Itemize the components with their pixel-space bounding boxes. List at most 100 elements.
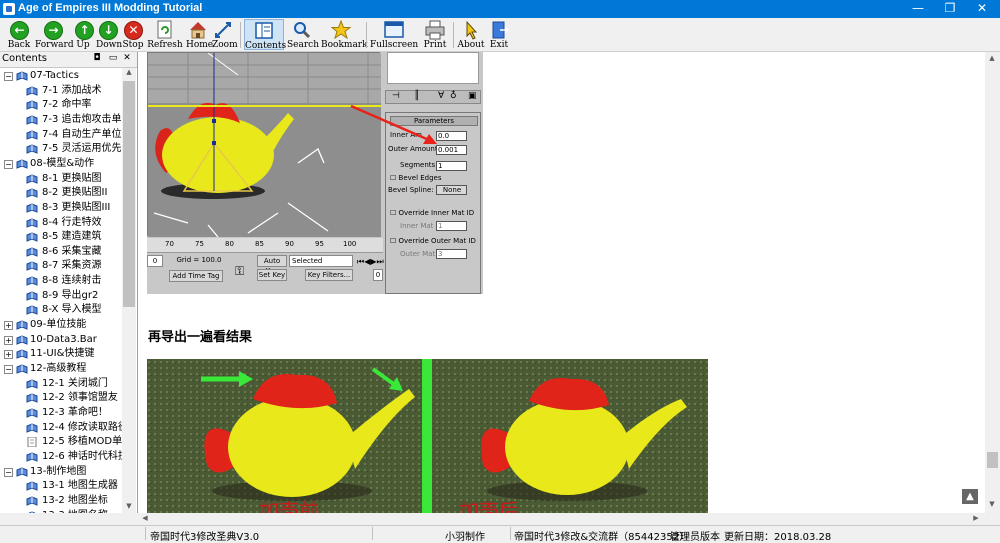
tree-item[interactable]: 8-5 建造建筑 <box>0 230 122 244</box>
print-button[interactable]: Print <box>422 19 448 50</box>
tree-item-label: 13-2 地图坐标 <box>42 494 108 506</box>
tree-item[interactable]: 12-2 领事馆盟友 <box>0 391 122 405</box>
minimize-button[interactable]: — <box>902 0 934 18</box>
show-end-result-icon[interactable]: ║ <box>414 91 419 101</box>
search-button[interactable]: Search <box>287 19 319 50</box>
max-screenshot: ⊣ ║ ∀ ♁ ▣ Parameters Inner Am 0.0 Outer … <box>147 52 483 294</box>
contents-panel: Contents ◘ ▭ ✕ − 07-Tactics 7-1 添加战术 7-2 命中… <box>0 52 138 513</box>
scroll-right-arrow-icon[interactable]: ▶ <box>969 514 983 522</box>
make-unique-icon[interactable]: ∀ <box>438 91 444 101</box>
remove-modifier-icon[interactable]: ♁ <box>450 91 457 101</box>
tree-item[interactable]: 7-1 添加战术 <box>0 84 122 98</box>
fullscreen-button[interactable]: Fullscreen <box>370 19 418 50</box>
configure-icon[interactable]: ▣ <box>468 91 477 101</box>
tree-item[interactable]: 12-3 革命吧！ <box>0 406 122 420</box>
tree-section[interactable]: − 13-制作地图 <box>0 465 122 479</box>
tree-scrollbar-thumb[interactable] <box>123 81 135 307</box>
inner-mat-field[interactable]: 1 <box>436 221 467 231</box>
content-horizontal-scrollbar[interactable]: ◀ ▶ <box>138 513 985 525</box>
tree-item[interactable]: 13-2 地图坐标 <box>0 494 122 508</box>
scroll-left-arrow-icon[interactable]: ◀ <box>138 514 152 522</box>
content-scrollbar[interactable]: ▲ ▼ <box>985 52 1000 525</box>
auto-key-button[interactable]: Auto Key <box>257 255 287 275</box>
bevel-spline-button[interactable]: None <box>436 185 467 195</box>
tree-section[interactable]: +09-单位技能 <box>0 318 122 332</box>
tree-item[interactable]: 7-4 自动生产单位 <box>0 128 122 142</box>
tree-section[interactable]: +10-Data3.Bar <box>0 333 122 347</box>
content-scroll-down-arrow-icon[interactable]: ▼ <box>985 500 999 508</box>
maximize-button[interactable]: ❐ <box>934 0 966 18</box>
scroll-up-arrow-icon[interactable]: ▲ <box>122 68 136 76</box>
tree-item[interactable]: 8-9 导出gr2 <box>0 289 122 303</box>
back-to-top-button[interactable]: ▲ <box>962 489 978 504</box>
tree-item[interactable]: 7-3 追击炮攻击单位 <box>0 113 122 127</box>
tree-section[interactable]: − 08-模型&动作 <box>0 157 122 171</box>
before-after-photo: 加壳前 加壳后 <box>147 359 708 513</box>
outer-mat-field[interactable]: 3 <box>436 249 467 259</box>
scroll-down-arrow-icon[interactable]: ▼ <box>122 502 136 510</box>
collapse-icon[interactable]: − <box>4 467 13 477</box>
tree-item[interactable]: 8-2 更换贴图II <box>0 186 122 200</box>
tree-item[interactable]: 12-6 神话时代科技 <box>0 450 122 464</box>
tree-item[interactable]: 8-X 导入模型 <box>0 303 122 317</box>
collapse-icon[interactable]: − <box>4 159 13 169</box>
zoom-button[interactable]: Zoom <box>212 19 238 50</box>
back-button[interactable]: ← Back <box>5 19 33 50</box>
refresh-button[interactable]: Refresh <box>147 19 183 50</box>
tree-item[interactable]: 13-1 地图生成器 <box>0 479 122 493</box>
float-icon[interactable]: ▭ <box>108 53 118 63</box>
time-field[interactable]: 0 <box>373 269 383 281</box>
override-outer-checkbox[interactable]: ☐ Override Outer Mat ID <box>390 237 476 245</box>
close-icon: ✕ <box>976 1 988 15</box>
expand-icon[interactable]: + <box>4 321 13 331</box>
tree-item[interactable]: 8-1 更换贴图 <box>0 172 122 186</box>
tree-item[interactable]: 8-4 行走特效 <box>0 216 122 230</box>
tree-item[interactable]: 8-7 采集资源 <box>0 259 122 273</box>
tree-item[interactable]: 12-4 修改读取路径 <box>0 421 122 435</box>
override-inner-checkbox[interactable]: ☐ Override Inner Mat ID <box>390 209 474 217</box>
tree-item[interactable]: 8-8 连续射击 <box>0 274 122 288</box>
pin-icon[interactable]: ◘ <box>92 53 102 63</box>
frame-field[interactable]: 0 <box>147 255 163 267</box>
down-button[interactable]: ↓ Down <box>96 19 122 50</box>
playback-controls-icon[interactable]: ⏮◀▶⏭ <box>357 257 384 267</box>
close-panel-icon[interactable]: ✕ <box>122 53 132 63</box>
tree-item[interactable]: 7-5 灵活运用优先级 <box>0 142 122 156</box>
tree-item[interactable]: 13-3 地图名称 <box>0 509 122 513</box>
key-filters-button[interactable]: Key Filters... <box>305 269 353 281</box>
tree-item[interactable]: 8-3 更换贴图III <box>0 201 122 215</box>
tree-item[interactable]: 8-6 采集宝藏 <box>0 245 122 259</box>
up-button[interactable]: ↑ Up <box>73 19 94 50</box>
bookmark-button[interactable]: Bookmark <box>321 19 368 50</box>
segments-field[interactable]: 1 <box>436 161 467 171</box>
tree-section[interactable]: − 12-高级教程 <box>0 362 122 376</box>
set-key-button[interactable]: Set Key <box>257 269 287 281</box>
tree-scrollbar[interactable]: ▲ ▼ <box>122 68 136 513</box>
book-icon <box>26 115 38 125</box>
selection-dropdown[interactable]: Selected <box>289 255 353 267</box>
collapse-icon[interactable]: − <box>4 365 13 374</box>
tree-item[interactable]: 7-2 命中率 <box>0 98 122 112</box>
key-icon[interactable]: ⚿ <box>235 264 244 279</box>
about-button[interactable]: About <box>457 19 485 50</box>
contents-button[interactable]: Contents <box>244 19 286 51</box>
time-ruler[interactable]: 70 75 80 85 90 95 100 <box>147 238 383 253</box>
expand-icon[interactable]: + <box>4 335 13 345</box>
add-time-tag-button[interactable]: Add Time Tag <box>169 270 223 282</box>
forward-button[interactable]: → Forward <box>35 19 74 50</box>
tree-section[interactable]: +11-UI&快捷键 <box>0 347 122 361</box>
pin-stack-icon[interactable]: ⊣ <box>392 91 400 101</box>
bevel-edges-checkbox[interactable]: ☐ Bevel Edges <box>390 174 442 182</box>
home-button[interactable]: Home <box>186 19 213 50</box>
close-button[interactable]: ✕ <box>966 0 998 18</box>
content-scrollbar-thumb[interactable] <box>987 452 998 468</box>
expand-icon[interactable]: + <box>4 350 13 360</box>
stop-button[interactable]: ✕ Stop <box>122 19 144 50</box>
tree-section[interactable]: − 07-Tactics <box>0 69 122 83</box>
content-scroll-up-arrow-icon[interactable]: ▲ <box>985 54 999 62</box>
exit-button[interactable]: Exit <box>487 19 511 50</box>
refresh-icon <box>154 20 176 40</box>
tree-item[interactable]: 12-1 关闭城门 <box>0 377 122 391</box>
tree-item[interactable]: 12-5 移植MOD单位 <box>0 435 122 449</box>
collapse-icon[interactable]: − <box>4 72 13 81</box>
